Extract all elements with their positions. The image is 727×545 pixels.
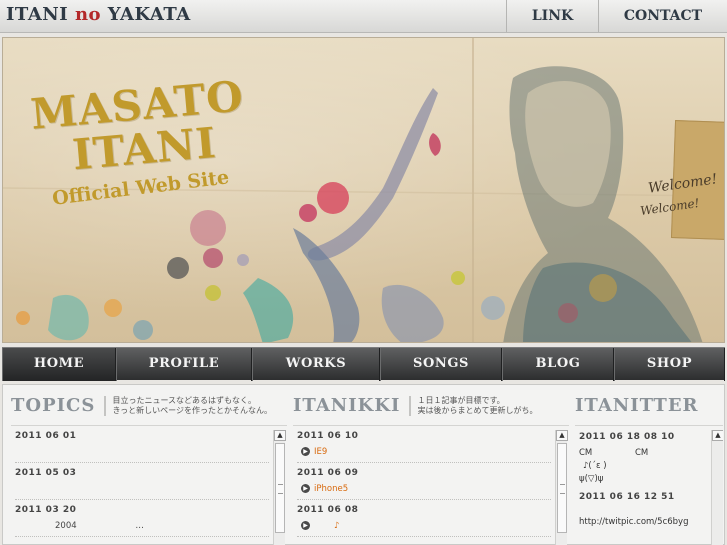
itanitter-panel: ITANITTER 2011 06 18 08 10 CM CM ♪(´ε ) ψ… [575, 385, 723, 545]
entry-date: 2011 03 20 [15, 505, 77, 515]
entry-link-text[interactable]: iPhone5 [314, 484, 348, 494]
hero-title: MASATO ITANI [29, 71, 249, 180]
entry-text[interactable] [15, 445, 269, 463]
entry-link[interactable]: ▶ iPhone5 [297, 482, 551, 500]
itanikki-scrollbar[interactable]: ▲ [555, 430, 568, 545]
arrow-bullet-icon: ▶ [301, 521, 310, 530]
entry-date: 2011 06 10 [297, 431, 359, 441]
entry-date: 2011 06 08 [297, 505, 359, 515]
tweet-text-col-2: CM [635, 448, 649, 458]
arrow-bullet-icon: ▶ [301, 484, 310, 493]
nav-item-works[interactable]: WORKS [252, 348, 380, 381]
tweet-line-1: CM CM [579, 447, 719, 460]
tweet-item: 2011 06 18 08 10 CM CM ♪(´ε ) ψ(▽)ψ [575, 426, 723, 486]
hero-banner: MASATO ITANI Official Web Site Welcome! … [2, 37, 725, 343]
itanitter-header: ITANITTER [575, 395, 699, 416]
content-area: TOPICS 目立ったニュースなどあるはずもなく。 きっと新しいページを作ったと… [2, 384, 725, 545]
entry-text-part-1: 2004 [55, 521, 77, 531]
tweet-line-3: ψ(▽)ψ [579, 474, 604, 484]
scroll-up-icon[interactable]: ▲ [274, 430, 286, 441]
site-logo[interactable]: ITANI no YAKATA [6, 4, 191, 25]
arrow-bullet-icon: ▶ [301, 447, 310, 456]
contact-nav-link[interactable]: CONTACT [598, 0, 727, 32]
scroll-thumb[interactable] [275, 443, 285, 533]
topics-list[interactable]: 2011 06 01 2011 05 03 2011 03 20 2004 … … [11, 425, 287, 545]
itanitter-list[interactable]: 2011 06 18 08 10 CM CM ♪(´ε ) ψ(▽)ψ 2011 … [575, 425, 723, 545]
topics-description: 目立ったニュースなどあるはずもなく。 きっと新しいページを作ったとかそんなん。 [104, 395, 272, 416]
top-header: ITANI no YAKATA LINK CONTACT [0, 0, 727, 33]
itanitter-scrollbar[interactable]: ▲ [711, 430, 723, 545]
entry-link[interactable]: ▶ ♪ [297, 519, 551, 537]
itanikki-title: ITANIKKI [293, 395, 401, 416]
logo-text-1: ITANI [6, 4, 75, 25]
entry-text[interactable]: 2004 … [15, 519, 269, 537]
nav-item-profile[interactable]: PROFILE [116, 348, 252, 381]
main-nav: HOME PROFILE WORKS SONGS BLOG SHOP [2, 347, 725, 381]
tweet-date: 2011 06 18 08 10 [579, 432, 675, 442]
link-nav-link[interactable]: LINK [506, 0, 598, 32]
nav-item-songs[interactable]: SONGS [380, 348, 502, 381]
scroll-up-icon[interactable]: ▲ [556, 430, 568, 441]
list-item[interactable]: 2011 06 01 [11, 426, 287, 463]
list-item[interactable]: 2011 06 09 ▶ iPhone5 [293, 463, 569, 500]
scroll-thumb[interactable] [557, 443, 567, 533]
list-item[interactable]: 2011 06 08 ▶ ♪ [293, 500, 569, 537]
entry-link-text[interactable]: ♪ [334, 521, 339, 531]
entry-date: 2011 06 01 [15, 431, 77, 441]
nav-item-home[interactable]: HOME [2, 348, 116, 381]
entry-text-part-2: … [135, 521, 144, 531]
tweet-text-col-1: CM [579, 448, 593, 458]
topics-panel: TOPICS 目立ったニュースなどあるはずもなく。 きっと新しいページを作ったと… [11, 385, 287, 545]
itanikki-description: １日１記事が目標です。 実は後からまとめて更新しがち。 [409, 395, 538, 416]
nav-item-shop[interactable]: SHOP [614, 348, 725, 381]
itanikki-list[interactable]: 2011 06 10 ▶ IE9 2011 06 09 ▶ iPhone5 2011… [293, 425, 569, 545]
tweet-link[interactable]: http://twitpic.com/5c6byg [579, 516, 719, 529]
logo-text-2: no [74, 4, 102, 25]
grip-icon [278, 484, 283, 494]
entry-link-text[interactable]: IE9 [314, 447, 327, 457]
logo-text-3: YAKATA [101, 4, 191, 25]
entry-date: 2011 06 09 [297, 468, 359, 478]
list-item[interactable]: 2011 05 03 [11, 463, 287, 500]
entry-date: 2011 05 03 [15, 468, 77, 478]
nav-item-blog[interactable]: BLOG [502, 348, 614, 381]
entry-text[interactable] [15, 482, 269, 500]
grip-icon [560, 484, 565, 494]
tweet-date: 2011 06 16 12 51 [579, 492, 675, 502]
scroll-up-icon[interactable]: ▲ [712, 430, 723, 441]
itanikki-panel: ITANIKKI １日１記事が目標です。 実は後からまとめて更新しがち。 201… [293, 385, 569, 545]
itanikki-desc-line-2: 実は後からまとめて更新しがち。 [417, 405, 538, 415]
topics-desc-line-1: 目立ったニュースなどあるはずもなく。 [112, 395, 257, 405]
entry-link[interactable]: ▶ IE9 [297, 445, 551, 463]
list-item[interactable]: 2011 06 10 ▶ IE9 [293, 426, 569, 463]
topics-scrollbar[interactable]: ▲ [273, 430, 286, 545]
tweet-item: 2011 06 16 12 51 http://twitpic.com/5c6b… [575, 486, 723, 529]
topics-header: TOPICS 目立ったニュースなどあるはずもなく。 きっと新しいページを作ったと… [11, 395, 272, 416]
topics-title: TOPICS [11, 395, 96, 416]
itanikki-header: ITANIKKI １日１記事が目標です。 実は後からまとめて更新しがち。 [293, 395, 537, 416]
list-item[interactable]: 2011 03 20 2004 … [11, 500, 287, 537]
tweet-line-2: ♪(´ε ) [583, 461, 607, 471]
itanitter-title: ITANITTER [575, 395, 699, 416]
topics-desc-line-2: きっと新しいページを作ったとかそんなん。 [112, 405, 272, 415]
itanikki-desc-line-1: １日１記事が目標です。 [417, 395, 505, 405]
